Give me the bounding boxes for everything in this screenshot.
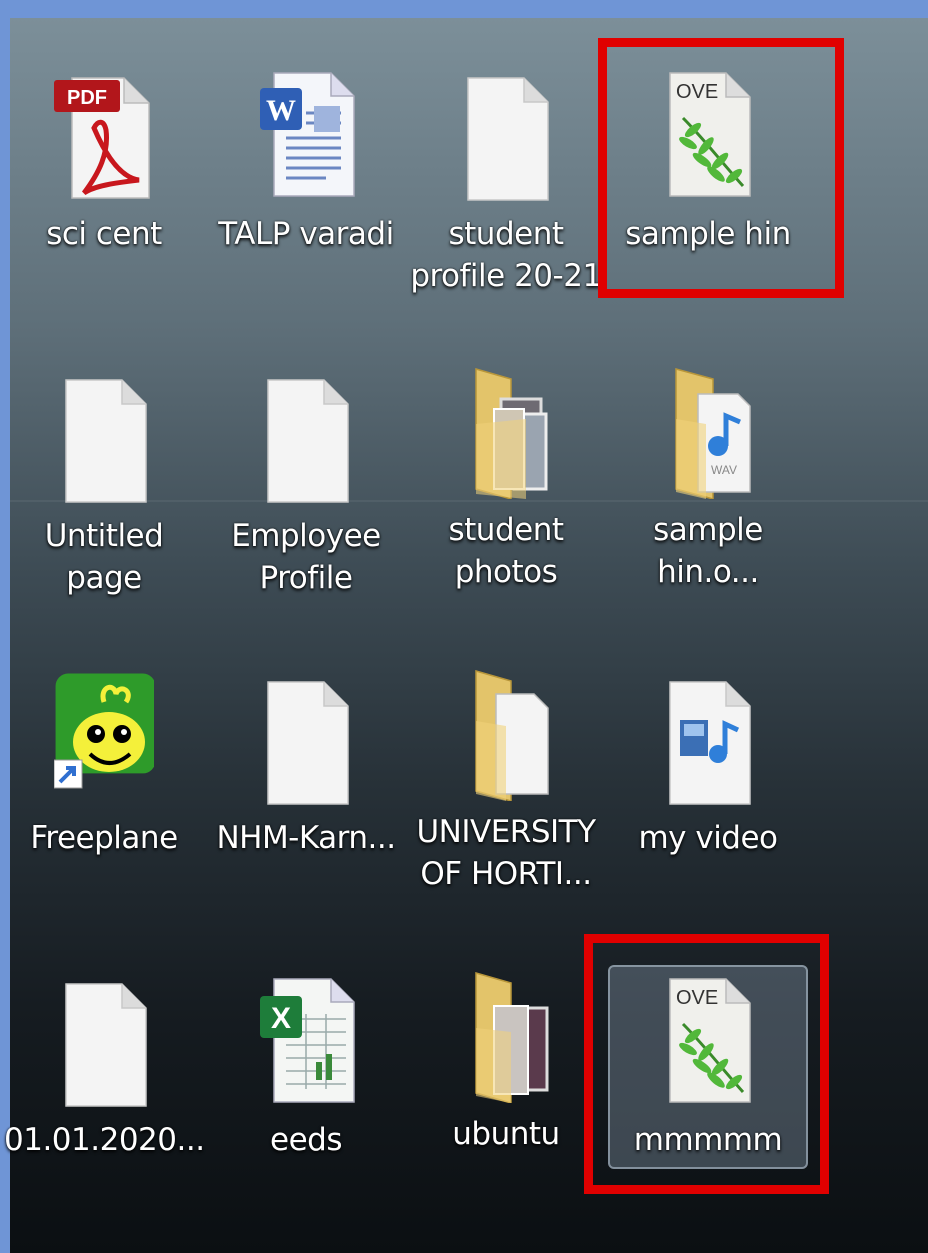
desktop-icon-university[interactable]: UNIVERSITY OF HORTI...	[416, 666, 596, 926]
desktop-icon-student-photos[interactable]: student photos	[416, 364, 596, 624]
icon-label: sci cent	[46, 216, 162, 252]
icon-label: Employee Profile	[231, 518, 381, 596]
video-file-icon	[669, 681, 751, 805]
blank-file-icon	[467, 77, 549, 201]
icon-label: my video	[638, 820, 778, 856]
desktop-icon-freeplane[interactable]: Freeplane	[14, 672, 194, 932]
blank-file-icon	[65, 379, 147, 503]
icon-label: NHM-Karn...	[216, 820, 396, 856]
icon-label: sample hin.o...	[653, 512, 763, 590]
pdf-file-icon: PDF	[54, 77, 150, 199]
icon-label: TALP varadi	[218, 216, 394, 252]
highlight-box-mmmmm	[584, 934, 829, 1194]
icon-label: Untitled page	[44, 518, 164, 596]
desktop-icon-01-01-2020[interactable]: 01.01.2020...	[4, 974, 205, 1234]
icon-label: Freeplane	[30, 820, 178, 856]
icon-label: student profile 20-21	[410, 216, 602, 294]
folder-icon	[475, 670, 549, 801]
image-folder-icon	[475, 972, 549, 1103]
desktop-icon-sci-cent[interactable]: PDF sci cent	[14, 68, 194, 328]
icon-label: eeds	[270, 1122, 342, 1158]
svg-text:WAV: WAV	[711, 463, 737, 477]
desktop-icon-nhm-karn[interactable]: NHM-Karn...	[216, 672, 396, 932]
blank-file-icon	[267, 379, 349, 503]
svg-text:W: W	[266, 94, 296, 127]
icon-label: UNIVERSITY OF HORTI...	[416, 814, 596, 892]
desktop-icon-eeds[interactable]: X eeds	[216, 974, 396, 1234]
svg-text:X: X	[271, 1002, 291, 1035]
desktop-icon-ubuntu[interactable]: ubuntu	[416, 968, 596, 1228]
highlight-box-sample-hin	[598, 38, 844, 298]
icon-label: ubuntu	[452, 1116, 560, 1152]
audio-folder-icon: WAV	[675, 368, 751, 499]
icon-label: student photos	[448, 512, 564, 590]
freeplane-shortcut-icon	[54, 673, 154, 789]
icon-label: 01.01.2020...	[4, 1122, 205, 1158]
svg-text:PDF: PDF	[67, 87, 107, 109]
desktop-icon-talp-varadi[interactable]: W TALP varadi	[216, 68, 396, 328]
desktop-icon-employee-profile[interactable]: Employee Profile	[216, 370, 396, 630]
desktop-icon-untitled-page[interactable]: Untitled page	[14, 370, 194, 630]
excel-spreadsheet-icon: X	[260, 978, 355, 1103]
blank-file-icon	[65, 983, 147, 1107]
desktop-icon-student-profile[interactable]: student profile 20-21	[410, 68, 602, 328]
word-document-icon: W	[260, 72, 355, 197]
blank-file-icon	[267, 681, 349, 805]
photo-folder-icon	[475, 368, 548, 499]
desktop-icon-sample-hin-o[interactable]: WAV sample hin.o...	[618, 364, 798, 624]
desktop-icon-my-video[interactable]: my video	[618, 672, 798, 932]
